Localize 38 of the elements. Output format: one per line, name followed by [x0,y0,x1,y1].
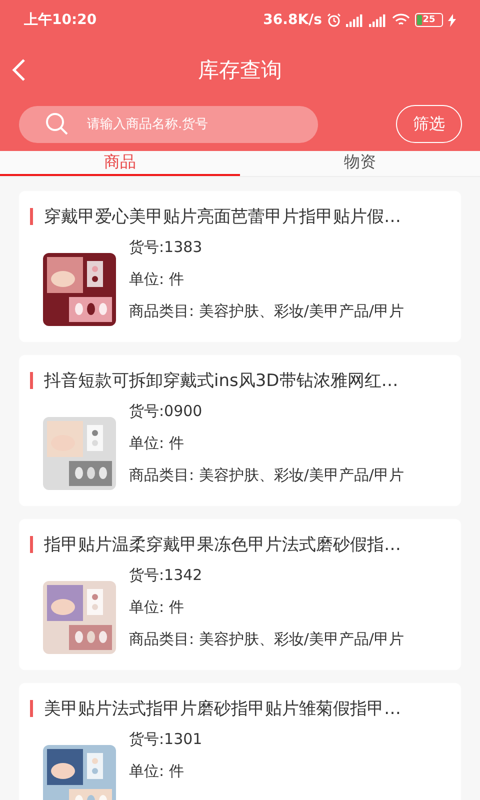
signal-icon [369,14,387,26]
wifi-icon [392,13,410,27]
back-icon[interactable] [12,58,26,82]
product-title: 抖音短款可拆卸穿戴式ins风3D带钻浓雅网红… [44,370,398,392]
battery-icon: 25 [415,13,443,27]
product-unit: 单位: 件 [129,598,185,617]
product-code: 货号:1383 [129,238,204,257]
product-card[interactable]: 穿戴甲爱心美甲贴片亮面芭蕾甲片指甲贴片假… 货号:1383 单位: 件 商品类目: 美容护肤、彩妆/美甲产品/甲片 [19,191,461,342]
product-card[interactable]: 抖音短款可拆卸穿戴式ins风3D带钻浓雅网红… 货号:0900 单位: 件 商品类目: 美容护肤、彩妆/美甲产品/甲片 [19,355,461,506]
product-title: 穿戴甲爱心美甲贴片亮面芭蕾甲片指甲贴片假… [44,206,401,228]
accent-bar [30,372,33,389]
alarm-icon [327,13,341,27]
search-input[interactable]: 请输入商品名称.货号 [85,116,318,132]
product-unit: 单位: 件 [129,762,185,781]
accent-bar [30,536,33,553]
tab[interactable]: 物资 [240,151,480,176]
tab[interactable]: 商品 [0,151,240,176]
product-card[interactable]: 指甲贴片温柔穿戴甲果冻色甲片法式磨砂假指… 货号:1342 单位: 件 商品类目: 美容护肤、彩妆/美甲产品/甲片 [19,519,461,670]
signal-icon [346,14,364,26]
status-time: 上午10:20 [24,11,97,29]
search-icon [45,112,69,136]
product-title: 指甲贴片温柔穿戴甲果冻色甲片法式磨砂假指… [44,534,401,556]
accent-bar [30,208,33,225]
product-card[interactable]: 美甲贴片法式指甲片磨砂指甲贴片雏菊假指甲… 货号:1301 单位: 件 [19,683,461,800]
product-code: 货号:1342 [129,566,204,585]
product-category: 商品类目: 美容护肤、彩妆/美甲产品/甲片 [129,466,404,485]
network-speed: 36.8K/s [263,12,322,28]
charging-icon [448,14,456,26]
product-category: 商品类目: 美容护肤、彩妆/美甲产品/甲片 [129,302,404,321]
page-title: 库存查询 [198,57,282,84]
product-unit: 单位: 件 [129,434,185,453]
product-category: 商品类目: 美容护肤、彩妆/美甲产品/甲片 [129,630,404,649]
product-code: 货号:0900 [129,402,204,421]
product-unit: 单位: 件 [129,270,185,289]
product-code: 货号:1301 [129,730,202,749]
search-bar[interactable]: 请输入商品名称.货号 [19,106,318,142]
product-title: 美甲贴片法式指甲片磨砂指甲贴片雏菊假指甲… [44,698,401,720]
accent-bar [30,700,33,717]
